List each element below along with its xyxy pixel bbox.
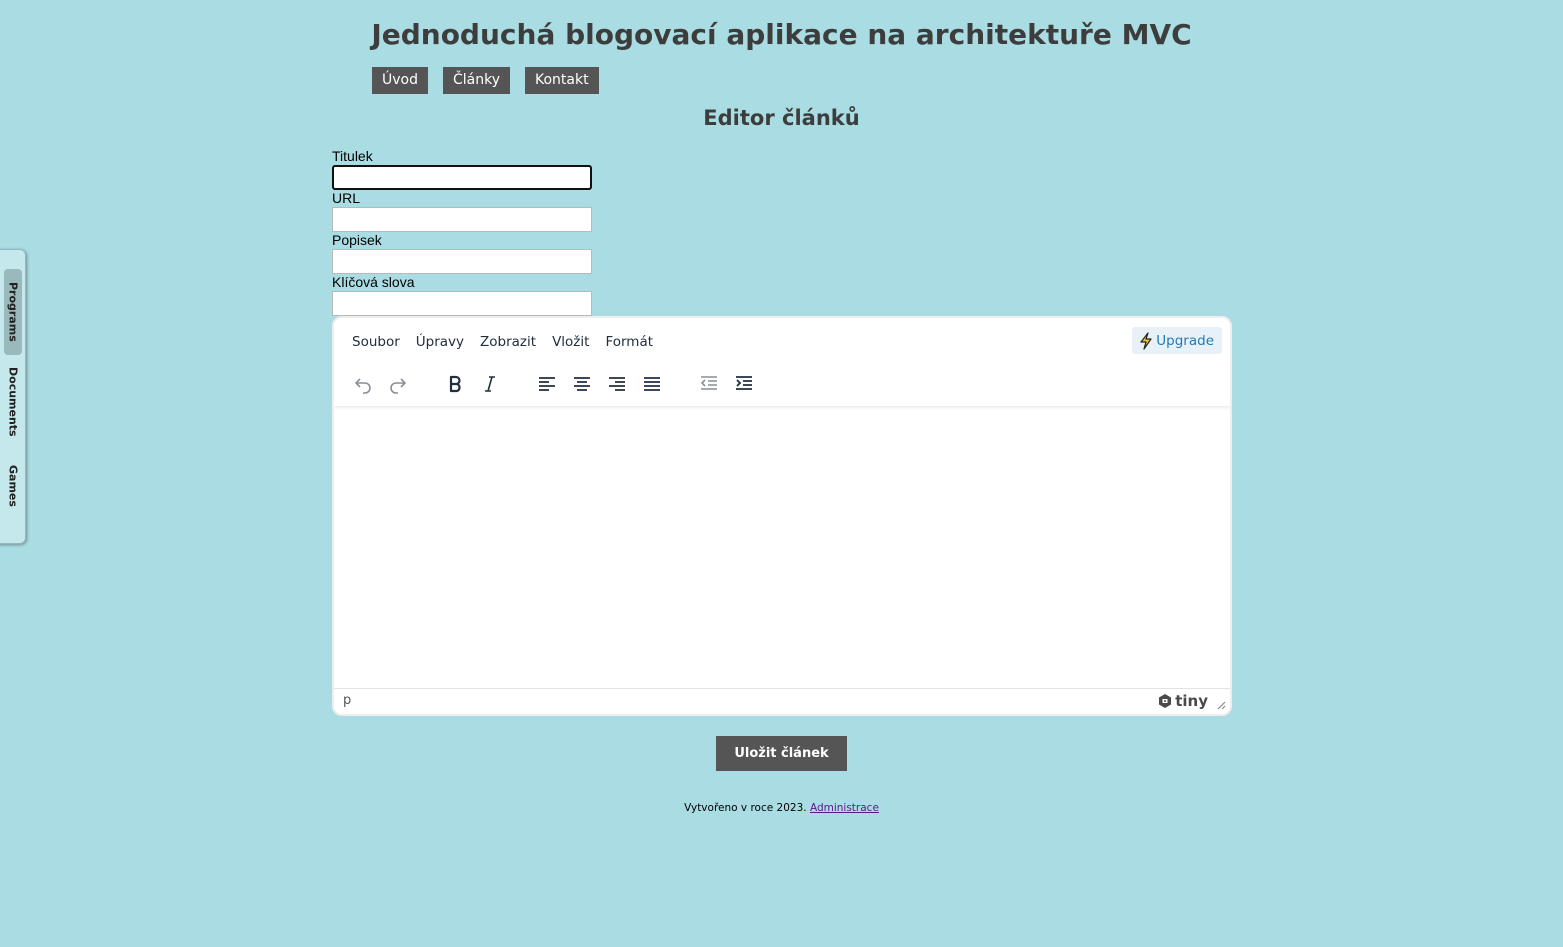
- element-path[interactable]: p: [343, 693, 351, 708]
- italic-button[interactable]: [473, 367, 507, 401]
- indent-icon: [736, 376, 752, 390]
- resize-handle-icon[interactable]: [1216, 700, 1226, 710]
- title-label: Titulek: [332, 148, 373, 164]
- bold-button[interactable]: [438, 367, 472, 401]
- align-right-icon: [609, 377, 625, 391]
- rich-text-editor: Soubor Úpravy Zobrazit Vložit Formát Upg…: [332, 316, 1232, 716]
- footer-text: Vytvořeno v roce 2023.: [684, 802, 807, 814]
- menu-format[interactable]: Formát: [597, 328, 661, 356]
- footer: Vytvořeno v roce 2023. Administrace: [0, 802, 1563, 814]
- tiny-logo-icon: [1159, 694, 1172, 708]
- save-article-button[interactable]: Uložit článek: [716, 736, 847, 771]
- menu-zobrazit[interactable]: Zobrazit: [472, 328, 544, 356]
- description-input[interactable]: [332, 249, 592, 274]
- keywords-label: Klíčová slova: [332, 274, 415, 290]
- side-tab-documents[interactable]: Documents: [4, 362, 22, 442]
- editor-content-area[interactable]: [334, 408, 1230, 690]
- editor-statusbar: p tiny: [334, 688, 1230, 714]
- undo-icon: [354, 378, 371, 394]
- editor-toolbar: [346, 367, 762, 401]
- site-title: Jednoduchá blogovací aplikace na archite…: [371, 18, 1192, 51]
- page-heading: Editor článků: [703, 106, 860, 130]
- tiny-logo[interactable]: tiny: [1157, 692, 1208, 710]
- side-panel: Programs Documents Games: [0, 249, 26, 544]
- nav-link-uvod[interactable]: Úvod: [372, 67, 428, 94]
- outdent-button[interactable]: [692, 367, 726, 401]
- tiny-brand-label: tiny: [1175, 692, 1208, 710]
- main-nav: Úvod Články Kontakt: [372, 67, 599, 94]
- description-label: Popisek: [332, 232, 382, 248]
- menu-upravy[interactable]: Úpravy: [408, 328, 472, 356]
- menu-vlozit[interactable]: Vložit: [544, 328, 597, 356]
- admin-link[interactable]: Administrace: [810, 802, 879, 814]
- align-right-button[interactable]: [600, 367, 634, 401]
- url-label: URL: [332, 190, 361, 206]
- editor-header: Soubor Úpravy Zobrazit Vložit Formát Upg…: [334, 318, 1230, 406]
- align-center-button[interactable]: [565, 367, 599, 401]
- title-input[interactable]: [332, 165, 592, 190]
- bold-icon: [449, 375, 461, 393]
- outdent-icon: [700, 376, 717, 390]
- keywords-input[interactable]: [332, 291, 592, 316]
- indent-button[interactable]: [727, 367, 761, 401]
- editor-menubar: Soubor Úpravy Zobrazit Vložit Formát: [344, 328, 661, 356]
- align-justify-button[interactable]: [635, 367, 669, 401]
- redo-icon: [390, 378, 407, 394]
- url-input[interactable]: [332, 207, 592, 232]
- menu-soubor[interactable]: Soubor: [344, 328, 408, 356]
- upgrade-label: Upgrade: [1156, 332, 1214, 349]
- nav-link-clanky[interactable]: Články: [442, 67, 510, 94]
- align-left-button[interactable]: [530, 367, 564, 401]
- side-tab-games[interactable]: Games: [4, 457, 22, 515]
- lightning-icon: [1140, 331, 1152, 350]
- upgrade-button[interactable]: Upgrade: [1132, 327, 1222, 354]
- undo-button[interactable]: [346, 367, 380, 401]
- align-center-icon: [574, 377, 590, 391]
- align-justify-icon: [644, 377, 660, 391]
- side-tab-programs[interactable]: Programs: [4, 269, 22, 355]
- nav-link-kontakt[interactable]: Kontakt: [525, 67, 599, 94]
- redo-button[interactable]: [381, 367, 415, 401]
- italic-icon: [485, 376, 495, 392]
- align-left-icon: [539, 377, 555, 391]
